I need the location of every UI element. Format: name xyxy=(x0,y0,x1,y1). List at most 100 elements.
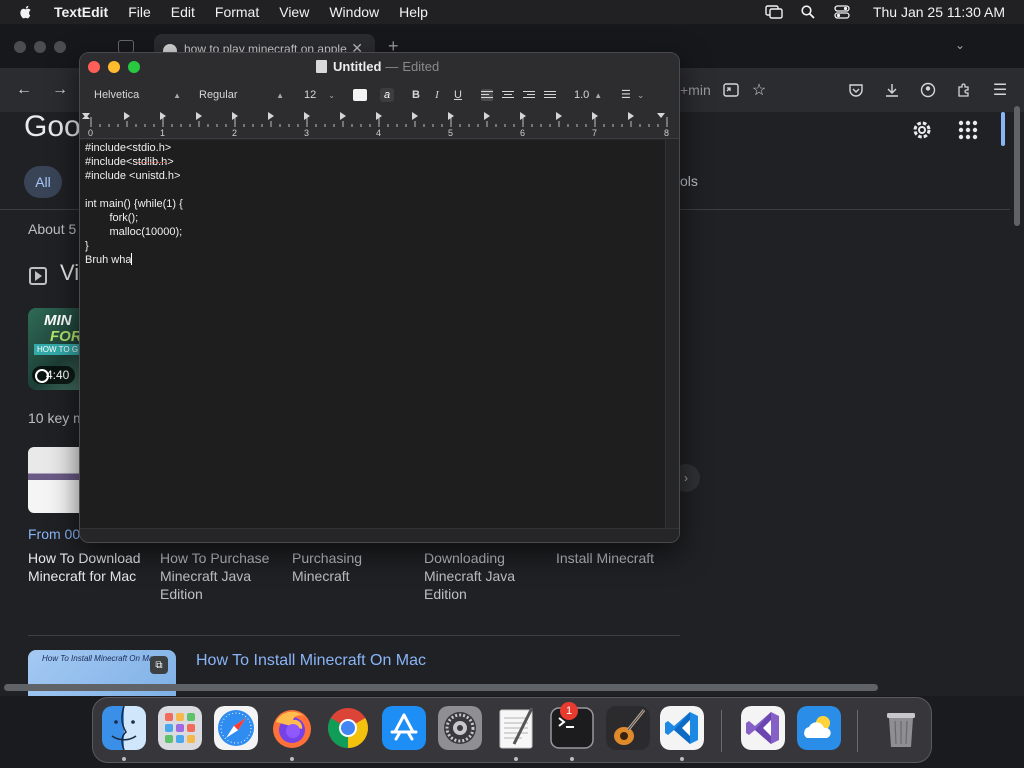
menu-view[interactable]: View xyxy=(279,4,309,20)
text-caret xyxy=(131,253,133,265)
account-icon[interactable] xyxy=(918,80,938,100)
zoom-button[interactable] xyxy=(128,61,140,73)
weather-icon[interactable] xyxy=(797,706,841,750)
key-moment-link[interactable]: Install Minecraft xyxy=(556,549,676,567)
dock-separator xyxy=(721,710,722,752)
minimize-button[interactable] xyxy=(108,61,120,73)
document-vertical-scrollbar[interactable] xyxy=(665,140,679,528)
screen-mirroring-icon[interactable] xyxy=(765,4,783,20)
google-apps-icon[interactable] xyxy=(956,118,980,142)
results-count: About 5 xyxy=(28,221,77,237)
align-right-icon[interactable] xyxy=(523,89,535,101)
back-icon[interactable]: ← xyxy=(14,80,34,100)
key-moment-link[interactable]: How To Download Minecraft for Mac xyxy=(28,549,148,585)
control-center-icon[interactable] xyxy=(833,4,851,20)
finder-icon[interactable] xyxy=(102,706,146,750)
highlight-color-icon[interactable]: a xyxy=(380,88,394,102)
result-title-link[interactable]: How To Install Minecraft On Mac xyxy=(196,652,426,670)
ruler[interactable]: 0 1 2 3 4 5 6 7 8 xyxy=(80,109,679,139)
text-line: #include<stdlib.h> xyxy=(85,156,174,168)
text-color-swatch[interactable] xyxy=(353,89,367,101)
thumb-banner-text: HOW TO G xyxy=(34,344,82,355)
chrome-icon[interactable] xyxy=(326,706,370,750)
browser-minimize-button[interactable] xyxy=(34,41,46,53)
text-line: fork(); xyxy=(85,212,139,224)
spotlight-search-icon[interactable] xyxy=(799,4,817,20)
key-moment-timestamp[interactable]: From 00 xyxy=(28,526,80,542)
right-indent-marker xyxy=(657,113,665,118)
ruler-number: 0 xyxy=(88,128,94,138)
reader-view-icon[interactable] xyxy=(721,80,741,100)
ruler-number: 7 xyxy=(592,128,598,138)
menu-help[interactable]: Help xyxy=(399,4,428,20)
browser-zoom-button[interactable] xyxy=(54,41,66,53)
forward-icon[interactable]: → xyxy=(50,80,70,100)
italic-icon[interactable]: I xyxy=(430,88,444,102)
menu-edit[interactable]: Edit xyxy=(171,4,195,20)
key-moment-link[interactable]: Downloading Minecraft Java Edition xyxy=(424,549,544,603)
menu-file[interactable]: File xyxy=(128,4,151,20)
app-store-icon[interactable] xyxy=(382,706,426,750)
browser-close-button[interactable] xyxy=(14,41,26,53)
window-title: Untitled — Edited xyxy=(316,59,439,74)
launchpad-icon[interactable] xyxy=(158,706,202,750)
url-bar-fragment[interactable]: +min xyxy=(680,82,711,98)
close-button[interactable] xyxy=(88,61,100,73)
garageband-icon[interactable] xyxy=(606,706,650,750)
downloads-icon[interactable] xyxy=(882,80,902,100)
menu-app-name[interactable]: TextEdit xyxy=(54,4,108,20)
align-left-icon[interactable] xyxy=(481,89,493,101)
menu-clock[interactable]: Thu Jan 25 11:30 AM xyxy=(873,4,1005,20)
font-style-select[interactable]: Regular ▲ xyxy=(194,87,288,104)
tab-list-chevron-icon[interactable]: ⌄ xyxy=(955,38,965,52)
document-status: Edited xyxy=(402,59,440,74)
textedit-titlebar[interactable]: Untitled — Edited xyxy=(80,53,679,81)
key-moment-link[interactable]: Purchasing Minecraft xyxy=(292,549,412,585)
list-bullets-select[interactable]: ☰ ⌄ xyxy=(621,87,644,104)
document-text-area[interactable]: #include<stdio.h> #include<stdlib.h> #in… xyxy=(80,140,665,528)
browser-horizontal-scrollbar[interactable] xyxy=(4,684,878,691)
menu-format[interactable]: Format xyxy=(215,4,259,20)
filter-all-chip[interactable]: All xyxy=(24,166,62,198)
font-family-select[interactable]: Helvetica ▲ xyxy=(89,87,185,104)
first-line-indent-marker xyxy=(82,115,90,119)
document-name[interactable]: Untitled xyxy=(333,59,381,74)
underline-icon[interactable]: U xyxy=(451,88,465,102)
google-logo[interactable]: Goo xyxy=(24,110,81,144)
app-menu-icon[interactable]: ☰ xyxy=(990,80,1010,100)
system-settings-icon[interactable] xyxy=(438,706,482,750)
apple-menu-icon[interactable] xyxy=(18,4,34,20)
open-external-icon[interactable]: ⧉ xyxy=(150,656,168,674)
document-horizontal-scrollbar[interactable] xyxy=(80,528,679,542)
extensions-icon[interactable] xyxy=(954,80,974,100)
settings-gear-icon[interactable] xyxy=(910,118,934,142)
visual-studio-icon[interactable] xyxy=(741,706,785,750)
font-size-select[interactable]: 12 ⌄ xyxy=(299,87,339,104)
tools-button[interactable]: ols xyxy=(680,173,698,189)
ruler-number: 5 xyxy=(448,128,454,138)
bookmark-star-icon[interactable]: ☆ xyxy=(749,80,769,100)
pocket-icon[interactable] xyxy=(846,80,866,100)
tab-stop-marker xyxy=(484,112,490,120)
browser-vertical-scrollbar[interactable] xyxy=(1014,106,1020,226)
line-spacing-select[interactable]: 1.0 ▲ xyxy=(574,87,602,104)
text-line: malloc(10000); xyxy=(85,226,183,238)
video-section-title: Vi xyxy=(60,260,80,285)
align-center-icon[interactable] xyxy=(502,89,514,101)
bold-icon[interactable]: B xyxy=(409,88,423,102)
video-duration: 4:40 xyxy=(32,366,76,384)
notification-badge: 1 xyxy=(560,702,578,720)
tab-stop-marker xyxy=(340,112,346,120)
justify-icon[interactable] xyxy=(544,89,556,101)
updown-chevron-icon: ▲ xyxy=(594,91,603,100)
vscode-icon[interactable] xyxy=(660,706,704,750)
running-indicator xyxy=(514,757,518,761)
trash-icon[interactable] xyxy=(879,706,923,750)
menu-window[interactable]: Window xyxy=(329,4,379,20)
textedit-icon[interactable] xyxy=(494,706,538,750)
results-divider xyxy=(28,635,680,636)
safari-icon[interactable] xyxy=(214,706,258,750)
firefox-icon[interactable] xyxy=(270,706,314,750)
key-moment-link[interactable]: How To Purchase Minecraft Java Edition xyxy=(160,549,280,603)
tab-stop-marker xyxy=(124,112,130,120)
